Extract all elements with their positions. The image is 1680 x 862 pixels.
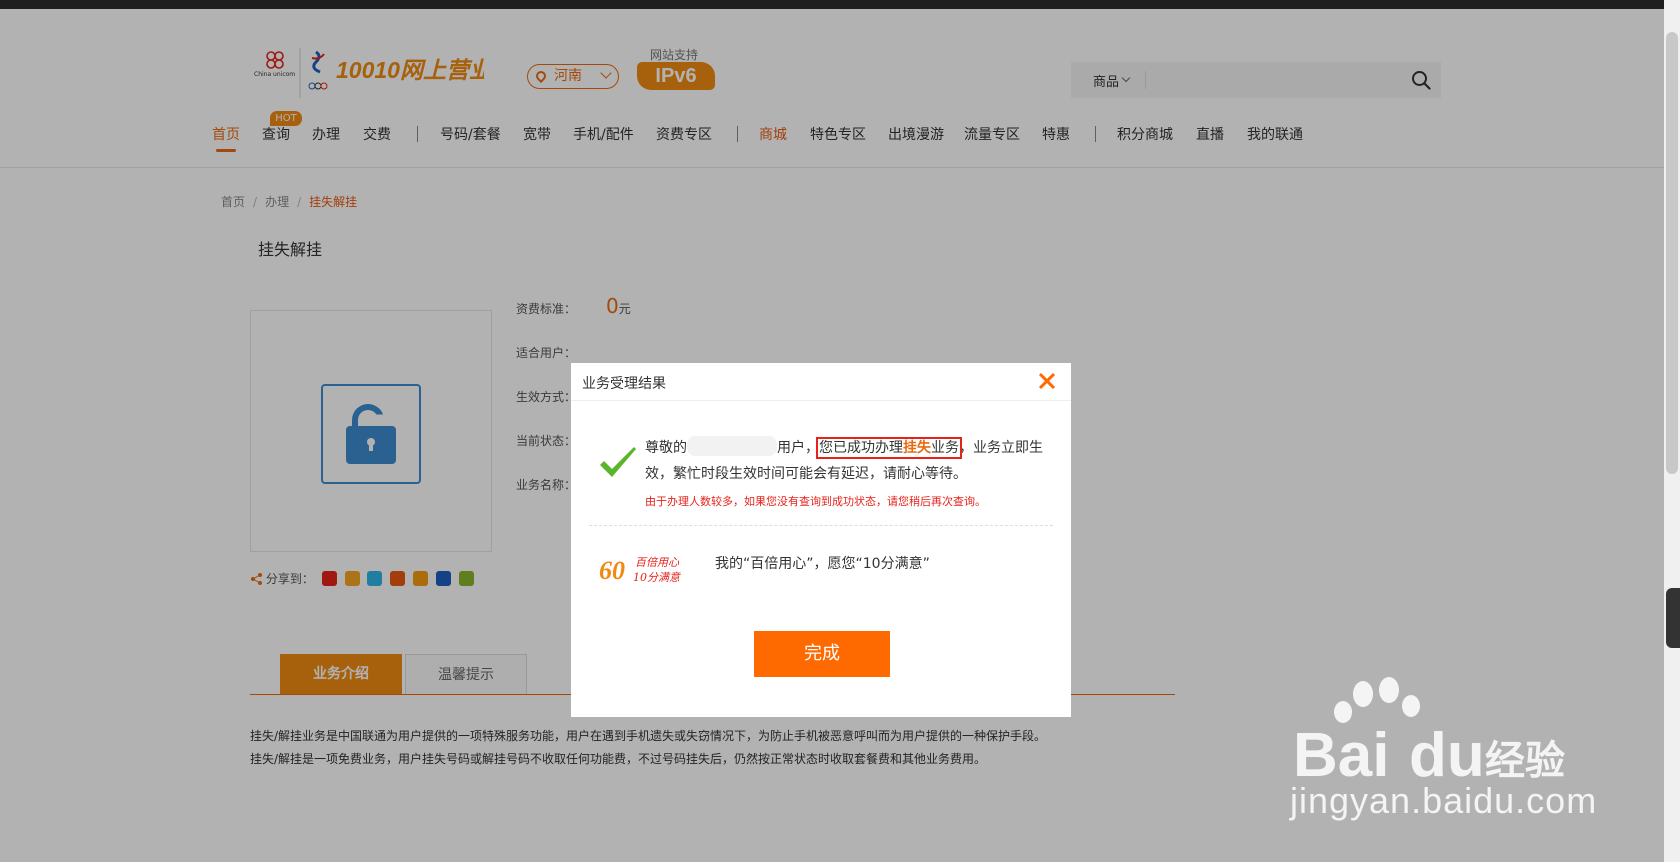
page-scrollbar[interactable] bbox=[1664, 0, 1680, 862]
svg-text:经验: 经验 bbox=[1485, 738, 1565, 784]
msg-success-post: 业务 bbox=[931, 440, 959, 456]
dialog-title: 业务受理结果 bbox=[582, 376, 666, 392]
msg-user-suffix: 用户， bbox=[777, 440, 819, 456]
masked-number bbox=[687, 436, 777, 456]
svg-text:60: 60 bbox=[599, 556, 625, 585]
service-pledge-badge: 60 百倍用心 10分满意 bbox=[599, 556, 681, 585]
msg-business: 挂失 bbox=[903, 440, 931, 456]
dialog-header-divider bbox=[571, 400, 1071, 401]
watermark-url: jingyan.baidu.com bbox=[1290, 780, 1598, 821]
service-slogan: 我的“百倍用心”，愿您“10分满意” bbox=[715, 556, 930, 572]
scrollbar-thumb[interactable] bbox=[1666, 32, 1678, 474]
side-widget[interactable] bbox=[1666, 588, 1680, 648]
highlighted-success: 您已成功办理挂失业务 bbox=[816, 437, 962, 459]
close-icon[interactable] bbox=[1037, 371, 1057, 391]
warning-text: 由于办理人数较多，如果您没有查询到成功状态，请您稍后再次查询。 bbox=[645, 495, 986, 508]
msg-success-pre: 您已成功办理 bbox=[819, 440, 903, 456]
msg-prefix: 尊敬的 bbox=[645, 440, 687, 456]
success-check-icon bbox=[600, 447, 636, 477]
svg-text:百倍用心: 百倍用心 bbox=[635, 556, 680, 569]
svg-text:10分满意: 10分满意 bbox=[633, 571, 681, 584]
success-message: 尊敬的 用户，您已成功办理挂失业务，业务立即生效，繁忙时段生效时间可能会有延迟，请… bbox=[645, 435, 1045, 487]
result-dialog: 业务受理结果 尊敬的 用户，您已成功办理挂失业务，业务立即生效，繁忙时段生效时间可… bbox=[571, 363, 1071, 717]
done-button[interactable]: 完成 bbox=[754, 631, 890, 677]
dialog-dashed-divider bbox=[589, 525, 1053, 526]
